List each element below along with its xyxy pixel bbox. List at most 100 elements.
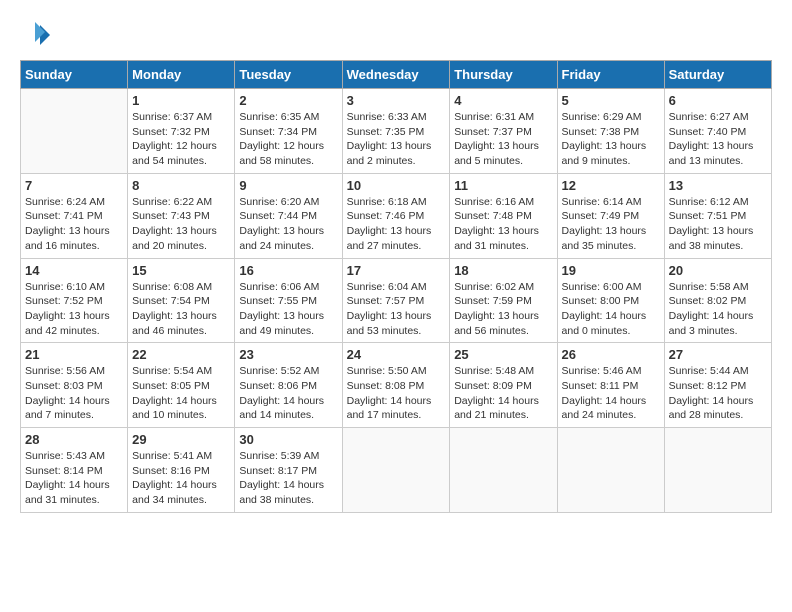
day-number: 19 bbox=[562, 263, 660, 278]
calendar-cell bbox=[450, 428, 557, 513]
day-number: 4 bbox=[454, 93, 552, 108]
calendar-cell bbox=[664, 428, 771, 513]
day-info: Sunrise: 6:18 AMSunset: 7:46 PMDaylight:… bbox=[347, 195, 446, 254]
day-number: 23 bbox=[239, 347, 337, 362]
day-number: 25 bbox=[454, 347, 552, 362]
day-number: 8 bbox=[132, 178, 230, 193]
calendar-cell: 5 Sunrise: 6:29 AMSunset: 7:38 PMDaylight… bbox=[557, 89, 664, 174]
day-info: Sunrise: 5:43 AMSunset: 8:14 PMDaylight:… bbox=[25, 449, 123, 508]
calendar-cell: 18 Sunrise: 6:02 AMSunset: 7:59 PMDayligh… bbox=[450, 258, 557, 343]
logo bbox=[20, 20, 54, 50]
day-number: 18 bbox=[454, 263, 552, 278]
day-number: 22 bbox=[132, 347, 230, 362]
day-info: Sunrise: 6:06 AMSunset: 7:55 PMDaylight:… bbox=[239, 280, 337, 339]
day-info: Sunrise: 6:27 AMSunset: 7:40 PMDaylight:… bbox=[669, 110, 767, 169]
day-number: 26 bbox=[562, 347, 660, 362]
calendar-cell: 19 Sunrise: 6:00 AMSunset: 8:00 PMDayligh… bbox=[557, 258, 664, 343]
logo-icon bbox=[20, 20, 50, 50]
calendar-cell bbox=[21, 89, 128, 174]
day-info: Sunrise: 5:52 AMSunset: 8:06 PMDaylight:… bbox=[239, 364, 337, 423]
day-number: 7 bbox=[25, 178, 123, 193]
calendar-cell: 16 Sunrise: 6:06 AMSunset: 7:55 PMDayligh… bbox=[235, 258, 342, 343]
calendar-header-tuesday: Tuesday bbox=[235, 61, 342, 89]
day-number: 6 bbox=[669, 93, 767, 108]
calendar-week-row: 14 Sunrise: 6:10 AMSunset: 7:52 PMDayligh… bbox=[21, 258, 772, 343]
day-number: 20 bbox=[669, 263, 767, 278]
day-info: Sunrise: 6:24 AMSunset: 7:41 PMDaylight:… bbox=[25, 195, 123, 254]
day-info: Sunrise: 6:10 AMSunset: 7:52 PMDaylight:… bbox=[25, 280, 123, 339]
day-number: 29 bbox=[132, 432, 230, 447]
calendar-cell bbox=[342, 428, 450, 513]
calendar-cell: 8 Sunrise: 6:22 AMSunset: 7:43 PMDaylight… bbox=[128, 173, 235, 258]
day-number: 11 bbox=[454, 178, 552, 193]
day-info: Sunrise: 6:22 AMSunset: 7:43 PMDaylight:… bbox=[132, 195, 230, 254]
day-number: 3 bbox=[347, 93, 446, 108]
calendar-week-row: 1 Sunrise: 6:37 AMSunset: 7:32 PMDaylight… bbox=[21, 89, 772, 174]
day-number: 10 bbox=[347, 178, 446, 193]
calendar-cell: 11 Sunrise: 6:16 AMSunset: 7:48 PMDayligh… bbox=[450, 173, 557, 258]
calendar-week-row: 28 Sunrise: 5:43 AMSunset: 8:14 PMDayligh… bbox=[21, 428, 772, 513]
calendar-cell: 9 Sunrise: 6:20 AMSunset: 7:44 PMDaylight… bbox=[235, 173, 342, 258]
day-info: Sunrise: 6:31 AMSunset: 7:37 PMDaylight:… bbox=[454, 110, 552, 169]
day-info: Sunrise: 6:37 AMSunset: 7:32 PMDaylight:… bbox=[132, 110, 230, 169]
day-number: 30 bbox=[239, 432, 337, 447]
calendar-cell: 15 Sunrise: 6:08 AMSunset: 7:54 PMDayligh… bbox=[128, 258, 235, 343]
day-info: Sunrise: 6:12 AMSunset: 7:51 PMDaylight:… bbox=[669, 195, 767, 254]
day-info: Sunrise: 6:35 AMSunset: 7:34 PMDaylight:… bbox=[239, 110, 337, 169]
day-info: Sunrise: 5:48 AMSunset: 8:09 PMDaylight:… bbox=[454, 364, 552, 423]
day-number: 16 bbox=[239, 263, 337, 278]
day-info: Sunrise: 6:04 AMSunset: 7:57 PMDaylight:… bbox=[347, 280, 446, 339]
day-info: Sunrise: 6:14 AMSunset: 7:49 PMDaylight:… bbox=[562, 195, 660, 254]
calendar-cell: 17 Sunrise: 6:04 AMSunset: 7:57 PMDayligh… bbox=[342, 258, 450, 343]
day-info: Sunrise: 6:33 AMSunset: 7:35 PMDaylight:… bbox=[347, 110, 446, 169]
calendar-header-monday: Monday bbox=[128, 61, 235, 89]
day-info: Sunrise: 5:44 AMSunset: 8:12 PMDaylight:… bbox=[669, 364, 767, 423]
calendar-cell: 2 Sunrise: 6:35 AMSunset: 7:34 PMDaylight… bbox=[235, 89, 342, 174]
calendar-cell: 26 Sunrise: 5:46 AMSunset: 8:11 PMDayligh… bbox=[557, 343, 664, 428]
calendar-cell: 7 Sunrise: 6:24 AMSunset: 7:41 PMDaylight… bbox=[21, 173, 128, 258]
calendar-cell: 20Sunrise: 5:58 AMSunset: 8:02 PMDayligh… bbox=[664, 258, 771, 343]
calendar-cell: 12 Sunrise: 6:14 AMSunset: 7:49 PMDayligh… bbox=[557, 173, 664, 258]
calendar-header-wednesday: Wednesday bbox=[342, 61, 450, 89]
day-number: 1 bbox=[132, 93, 230, 108]
calendar-header-thursday: Thursday bbox=[450, 61, 557, 89]
day-number: 2 bbox=[239, 93, 337, 108]
day-number: 28 bbox=[25, 432, 123, 447]
calendar-cell: 3 Sunrise: 6:33 AMSunset: 7:35 PMDaylight… bbox=[342, 89, 450, 174]
day-info: Sunrise: 6:29 AMSunset: 7:38 PMDaylight:… bbox=[562, 110, 660, 169]
calendar-cell: 1 Sunrise: 6:37 AMSunset: 7:32 PMDaylight… bbox=[128, 89, 235, 174]
calendar-cell: 25 Sunrise: 5:48 AMSunset: 8:09 PMDayligh… bbox=[450, 343, 557, 428]
calendar-cell: 30Sunrise: 5:39 AMSunset: 8:17 PMDayligh… bbox=[235, 428, 342, 513]
day-info: Sunrise: 6:20 AMSunset: 7:44 PMDaylight:… bbox=[239, 195, 337, 254]
calendar-cell: 14 Sunrise: 6:10 AMSunset: 7:52 PMDayligh… bbox=[21, 258, 128, 343]
day-info: Sunrise: 6:08 AMSunset: 7:54 PMDaylight:… bbox=[132, 280, 230, 339]
day-info: Sunrise: 5:41 AMSunset: 8:16 PMDaylight:… bbox=[132, 449, 230, 508]
calendar-cell: 29 Sunrise: 5:41 AMSunset: 8:16 PMDayligh… bbox=[128, 428, 235, 513]
day-info: Sunrise: 6:02 AMSunset: 7:59 PMDaylight:… bbox=[454, 280, 552, 339]
day-number: 15 bbox=[132, 263, 230, 278]
calendar-cell: 21Sunrise: 5:56 AMSunset: 8:03 PMDayligh… bbox=[21, 343, 128, 428]
calendar: SundayMondayTuesdayWednesdayThursdayFrid… bbox=[20, 60, 772, 513]
calendar-cell: 27 Sunrise: 5:44 AMSunset: 8:12 PMDayligh… bbox=[664, 343, 771, 428]
day-number: 27 bbox=[669, 347, 767, 362]
day-number: 9 bbox=[239, 178, 337, 193]
day-number: 21 bbox=[25, 347, 123, 362]
calendar-header-row: SundayMondayTuesdayWednesdayThursdayFrid… bbox=[21, 61, 772, 89]
calendar-header-sunday: Sunday bbox=[21, 61, 128, 89]
calendar-cell bbox=[557, 428, 664, 513]
day-number: 13 bbox=[669, 178, 767, 193]
calendar-week-row: 21Sunrise: 5:56 AMSunset: 8:03 PMDayligh… bbox=[21, 343, 772, 428]
calendar-cell: 13 Sunrise: 6:12 AMSunset: 7:51 PMDayligh… bbox=[664, 173, 771, 258]
calendar-cell: 10 Sunrise: 6:18 AMSunset: 7:46 PMDayligh… bbox=[342, 173, 450, 258]
day-info: Sunrise: 5:46 AMSunset: 8:11 PMDaylight:… bbox=[562, 364, 660, 423]
day-number: 14 bbox=[25, 263, 123, 278]
day-info: Sunrise: 5:50 AMSunset: 8:08 PMDaylight:… bbox=[347, 364, 446, 423]
day-info: Sunrise: 6:00 AMSunset: 8:00 PMDaylight:… bbox=[562, 280, 660, 339]
day-info: Sunrise: 6:16 AMSunset: 7:48 PMDaylight:… bbox=[454, 195, 552, 254]
calendar-header-saturday: Saturday bbox=[664, 61, 771, 89]
day-number: 12 bbox=[562, 178, 660, 193]
day-number: 5 bbox=[562, 93, 660, 108]
day-number: 17 bbox=[347, 263, 446, 278]
day-number: 24 bbox=[347, 347, 446, 362]
day-info: Sunrise: 5:54 AMSunset: 8:05 PMDaylight:… bbox=[132, 364, 230, 423]
